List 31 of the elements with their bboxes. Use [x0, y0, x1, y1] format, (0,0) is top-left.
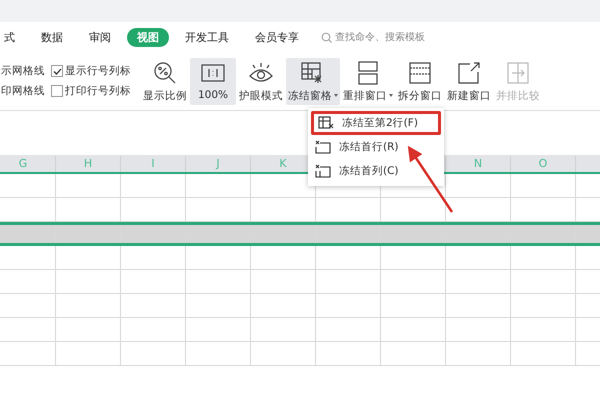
toolbar-button[interactable]: 冻结窗格 [286, 58, 340, 104]
new-window-icon [456, 60, 482, 86]
toolbar-button[interactable]: 重排窗口 [341, 58, 395, 104]
checkbox[interactable] [51, 85, 63, 97]
compare-icon [505, 60, 531, 86]
split-window-icon [407, 60, 433, 86]
menu-item[interactable]: 冻结首列(C) [308, 159, 444, 183]
toolbar-button[interactable]: 拆分窗口 [396, 58, 444, 104]
ribbon-tab[interactable]: 开发工具 [175, 28, 239, 46]
toolbar-button[interactable]: 显示比例 [141, 58, 189, 104]
toolbar-button[interactable]: 护眼模式 [237, 58, 285, 104]
ribbon-tab[interactable]: 会员专享 [245, 28, 309, 46]
option-label: 示网格线 [1, 64, 45, 78]
search-icon [321, 32, 332, 42]
dropdown-icon [389, 94, 393, 97]
option-label: 显示行号列标 [65, 64, 131, 78]
magnifier-icon [152, 60, 178, 86]
menu-item[interactable]: 冻结首行(R) [308, 135, 444, 159]
ribbon-tab[interactable]: 式 [0, 28, 25, 46]
option-label: 印网格线 [1, 84, 45, 98]
option-label: 打印行号列标 [65, 84, 131, 98]
freeze-rows-icon [318, 116, 334, 130]
freeze-first-column-icon [315, 164, 331, 178]
toolbar-button[interactable]: 新建窗口 [445, 58, 493, 104]
toolbar-button[interactable]: 100% [190, 58, 236, 104]
checkbox[interactable] [51, 65, 63, 77]
freeze-top-row-icon [315, 140, 331, 154]
dropdown-icon [334, 94, 338, 97]
ribbon-tab[interactable]: 审阅 [79, 28, 121, 46]
ribbon-tab[interactable]: 数据 [31, 28, 73, 46]
menu-item[interactable]: 冻结至第2行(F) [311, 111, 441, 135]
